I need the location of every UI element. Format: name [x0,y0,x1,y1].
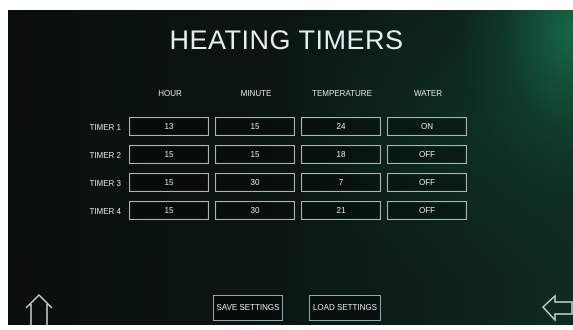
heating-timers-screen [8,10,573,325]
timer-2-minute-field[interactable]: 15 [215,145,295,164]
timer-1-minute-field[interactable]: 15 [215,117,295,136]
timer-2-temperature-field[interactable]: 18 [301,145,381,164]
timer-2-label: TIMER 2 [89,151,121,160]
timer-2-hour-field[interactable]: 15 [129,145,209,164]
timer-4-minute-field[interactable]: 30 [215,201,295,220]
back-arrow-icon[interactable] [541,293,573,323]
timer-3-temperature-field[interactable]: 7 [301,173,381,192]
column-header-hour: HOUR [158,89,182,98]
column-header-water: WATER [414,89,442,98]
timer-3-minute-field[interactable]: 30 [215,173,295,192]
timer-4-water-toggle[interactable]: OFF [387,201,467,220]
timer-1-temperature-field[interactable]: 24 [301,117,381,136]
timer-1-hour-field[interactable]: 13 [129,117,209,136]
timer-2-water-toggle[interactable]: OFF [387,145,467,164]
load-settings-button[interactable]: LOAD SETTINGS [309,295,381,321]
timer-1-label: TIMER 1 [89,123,121,132]
timer-1-water-toggle[interactable]: ON [387,117,467,136]
timer-3-hour-field[interactable]: 15 [129,173,209,192]
column-header-temperature: TEMPERATURE [312,89,372,98]
timer-3-water-toggle[interactable]: OFF [387,173,467,192]
timer-4-temperature-field[interactable]: 21 [301,201,381,220]
timer-4-hour-field[interactable]: 15 [129,201,209,220]
home-icon[interactable] [24,292,54,325]
column-header-minute: MINUTE [240,89,272,98]
timer-4-label: TIMER 4 [89,207,121,216]
timer-3-label: TIMER 3 [89,179,121,188]
save-settings-button[interactable]: SAVE SETTINGS [213,295,283,321]
page-title: HEATING TIMERS [169,25,404,55]
